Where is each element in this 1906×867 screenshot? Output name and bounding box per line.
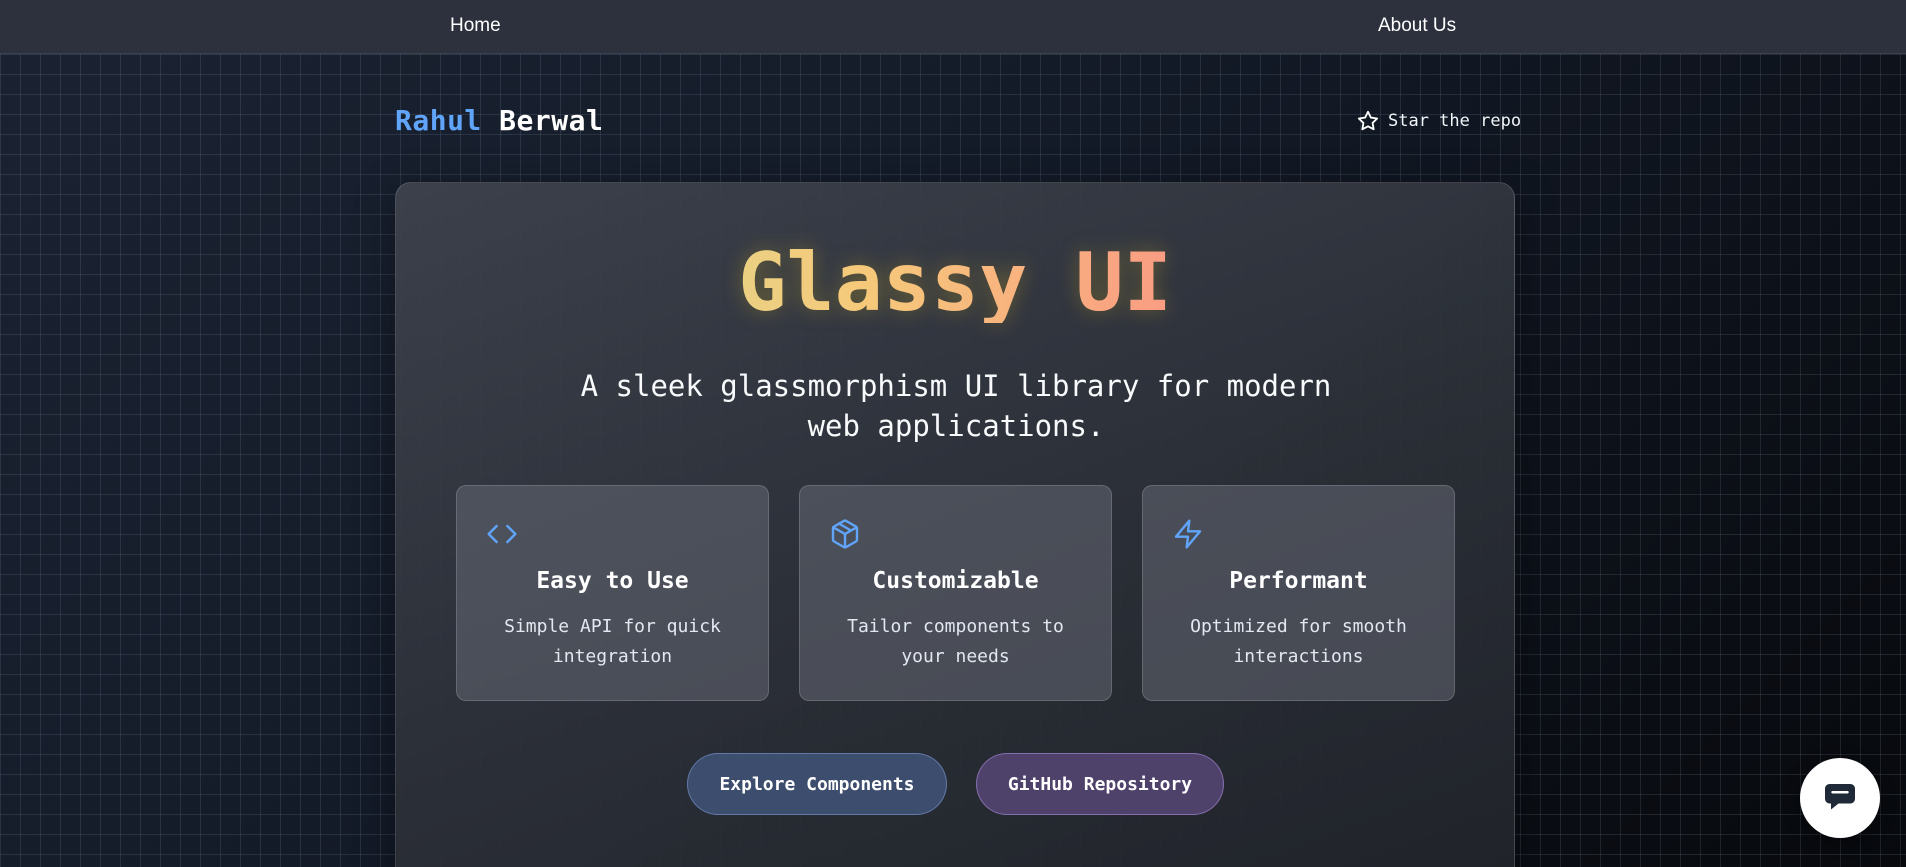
feature-cards: Easy to Use Simple API for quick integra… xyxy=(456,485,1455,701)
zap-icon xyxy=(1172,518,1204,550)
box-icon xyxy=(829,518,861,550)
hero-glass-card: Glassy UI A sleek glassmorphism UI libra… xyxy=(395,182,1515,867)
feature-card-easy-to-use[interactable]: Easy to Use Simple API for quick integra… xyxy=(456,485,769,701)
chat-button[interactable] xyxy=(1800,758,1880,838)
chat-bubble-icon xyxy=(1822,778,1858,818)
github-repository-button[interactable]: GitHub Repository xyxy=(976,753,1224,815)
feature-card-performant[interactable]: Performant Optimized for smooth interact… xyxy=(1142,485,1455,701)
feature-description: Tailor components to your needs xyxy=(847,616,1064,667)
feature-card-customizable[interactable]: Customizable Tailor components to your n… xyxy=(799,485,1112,701)
feature-title: Performant xyxy=(1229,568,1368,594)
nav-link-about-us[interactable]: About Us xyxy=(1378,15,1456,37)
feature-title: Customizable xyxy=(872,568,1039,594)
explore-components-button[interactable]: Explore Components xyxy=(687,753,947,815)
feature-description: Simple API for quick integration xyxy=(504,616,721,667)
code-icon xyxy=(486,518,518,550)
brand-last-name: Berwal xyxy=(499,104,604,137)
brand-name[interactable]: Rahul Berwal xyxy=(395,104,603,137)
star-repo-link[interactable]: Star the repo xyxy=(1357,110,1521,132)
top-navbar: Home About Us xyxy=(0,0,1906,54)
star-icon xyxy=(1357,110,1379,132)
brand-first-name: Rahul xyxy=(395,104,482,137)
feature-description: Optimized for smooth interactions xyxy=(1190,616,1407,667)
feature-title: Easy to Use xyxy=(536,568,689,594)
star-repo-label: Star the repo xyxy=(1388,111,1522,131)
hero-subtitle: A sleek glassmorphism UI library for mod… xyxy=(580,369,1332,443)
hero-title: Glassy UI xyxy=(396,243,1514,323)
nav-link-home[interactable]: Home xyxy=(450,15,501,37)
